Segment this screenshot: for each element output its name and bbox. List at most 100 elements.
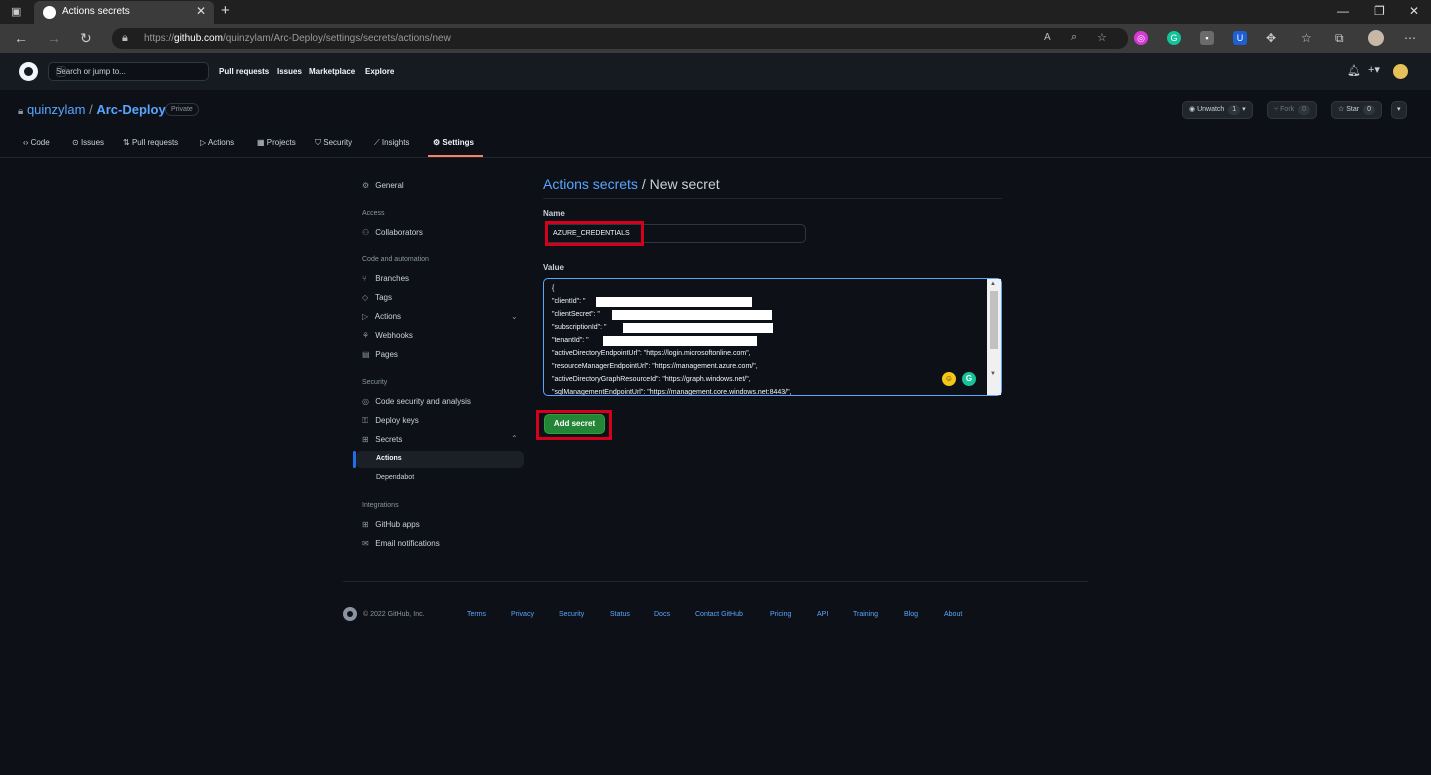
nav-marketplace[interactable]: Marketplace [309,67,355,76]
scrollbar-thumb[interactable] [990,291,998,349]
notifications-bell-icon[interactable]: 🔔︎ [1347,64,1361,77]
star-button[interactable]: ☆ Star 0 [1331,101,1382,119]
footer-link-privacy[interactable]: Privacy [511,611,534,618]
create-new-plus-icon[interactable]: +▾ [1368,63,1380,76]
project-icon: ▦ [257,138,265,147]
footer-link-status[interactable]: Status [610,611,630,618]
favorite-star-icon[interactable]: ☆ [1097,31,1107,44]
sidebar-subitem-dependabot[interactable]: Dependabot [376,474,414,481]
textarea-scrollbar[interactable]: ▲ ▼ [987,279,1001,395]
button-highlight-box [536,410,612,440]
back-icon[interactable]: ← [14,30,28,46]
repo-name-link[interactable]: Arc-Deploy [96,102,165,117]
footer-link-terms[interactable]: Terms [467,611,486,618]
footer-link-pricing[interactable]: Pricing [770,611,791,618]
chevron-down-icon[interactable]: ⌄ [511,312,518,321]
profile-avatar[interactable] [1368,30,1384,46]
footer-link-api[interactable]: API [817,611,828,618]
footer-link-security[interactable]: Security [559,611,584,618]
tab-actions-icon[interactable]: ▣ [11,5,21,18]
new-tab-button[interactable]: + [221,2,230,19]
collections-icon[interactable]: ⧉ [1335,31,1344,46]
address-bar[interactable]: 🔒︎ https://github.com/quinzylam/Arc-Depl… [112,28,1128,49]
minimize-icon[interactable]: — [1337,4,1349,18]
visibility-badge: Private [165,103,199,116]
more-menu-icon[interactable]: ⋯ [1404,31,1416,45]
window-close-icon[interactable]: ✕ [1409,4,1419,18]
name-highlight-box [545,221,644,246]
scroll-down-icon[interactable]: ▼ [990,371,996,377]
key-icon: ⚿ [362,416,369,425]
title-divider [543,198,1002,199]
value-line: "sqlManagementEndpointUrl": "https://man… [552,389,792,396]
scroll-up-icon[interactable]: ▲ [990,281,996,287]
tab-pull-requests[interactable]: ⇅ Pull requests [123,138,178,147]
footer-link-docs[interactable]: Docs [654,611,670,618]
browser-tab-bar: ▣ Actions secrets ✕ + — ❐ ✕ [0,0,1431,24]
repo-owner-link[interactable]: quinzylam [27,102,86,117]
sidebar-item-pages[interactable]: ▤ Pages [362,350,398,359]
actions-secrets-link[interactable]: Actions secrets [543,176,638,192]
github-logo-icon[interactable] [19,62,38,81]
favorites-icon[interactable]: ☆ [1301,31,1312,45]
sidebar-item-webhooks[interactable]: ⚘ Webhooks [362,331,413,340]
chevron-up-icon[interactable]: ⌃ [511,434,518,443]
tab-settings[interactable]: ⚙︎ Settings [433,138,474,147]
zoom-icon[interactable]: ⌕ [1071,31,1077,44]
secret-value-textarea[interactable]: { "clientId": " "clientSecret": " "subsc… [543,278,1002,396]
unwatch-button[interactable]: ◉ Unwatch 1 ▾ [1182,101,1253,119]
extension-icon[interactable]: ◎ [1134,31,1148,45]
redaction-block [612,310,772,320]
tab-projects[interactable]: ▦ Projects [257,138,296,147]
sidebar-item-secrets[interactable]: ⊞ Secrets [362,435,402,444]
value-line: "activeDirectoryEndpointUrl": "https://l… [552,350,751,357]
footer-link-about[interactable]: About [944,611,962,618]
sidebar-item-github-apps[interactable]: ⊞ GitHub apps [362,520,420,529]
nav-issues[interactable]: Issues [277,67,302,76]
sidebar-item-deploy-keys[interactable]: ⚿ Deploy keys [362,416,419,426]
tab-insights[interactable]: ⟋ Insights [374,138,409,148]
footer-link-contact[interactable]: Contact GitHub [695,611,743,618]
sidebar-item-actions[interactable]: ▷ Actions [362,312,401,321]
github-logo-icon[interactable] [343,607,357,621]
sidebar-item-code-security[interactable]: ◎ Code security and analysis [362,397,471,406]
footer-link-training[interactable]: Training [853,611,878,618]
grammarly-extension-icon[interactable]: G [1167,31,1181,45]
codescan-icon: ◎ [362,397,369,406]
tab-security[interactable]: ⛉ Security [315,138,352,148]
tab-issues[interactable]: ⊙ Issues [72,138,104,147]
sidebar-item-email-notifications[interactable]: ✉ Email notifications [362,539,440,548]
footer-link-blog[interactable]: Blog [904,611,918,618]
forward-icon[interactable]: → [47,30,61,46]
restore-icon[interactable]: ❐ [1374,4,1385,18]
nav-explore[interactable]: Explore [365,67,394,76]
fork-button[interactable]: ⑂ Fork 0 [1267,101,1318,119]
browser-toolbar: ← → ↻ 🔒︎ https://github.com/quinzylam/Ar… [0,24,1431,53]
sidebar-item-tags[interactable]: ◇ Tags [362,293,392,302]
extension-icon[interactable]: U [1233,31,1247,45]
redaction-block [603,336,757,346]
sidebar-item-branches[interactable]: ⑂ Branches [362,274,409,283]
nav-pull-requests[interactable]: Pull requests [219,67,269,76]
read-aloud-icon[interactable]: A [1044,32,1051,43]
tab-code[interactable]: ‹› Code [23,138,50,147]
grammarly-icon[interactable]: G [962,372,976,386]
footer-copyright: © 2022 GitHub, Inc. [363,611,425,618]
apps-icon: ⊞ [362,520,369,529]
user-avatar[interactable] [1393,64,1408,79]
star-dropdown-button[interactable]: ▾ [1391,101,1407,119]
lock-icon: 🔒︎ [18,106,24,117]
search-input[interactable]: Search or jump to... / [48,62,209,81]
sidebar-item-general[interactable]: ⚙︎ General [362,181,404,190]
sidebar-item-collaborators[interactable]: ⚇ Collaborators [362,228,423,237]
sidebar-subitem-actions[interactable]: Actions [376,455,402,462]
emoji-icon[interactable]: ☺ [942,372,956,386]
refresh-icon[interactable]: ↻ [80,30,92,47]
tab-close-icon[interactable]: ✕ [196,4,206,18]
lock-icon[interactable]: 🔒︎ [122,32,128,45]
extension-icon[interactable]: ▪ [1200,31,1214,45]
browser-tab[interactable]: Actions secrets ✕ [34,1,214,24]
extensions-puzzle-icon[interactable]: ✥ [1266,31,1276,45]
search-placeholder: Search or jump to... [56,67,126,76]
tab-actions[interactable]: ▷ Actions [200,138,234,147]
